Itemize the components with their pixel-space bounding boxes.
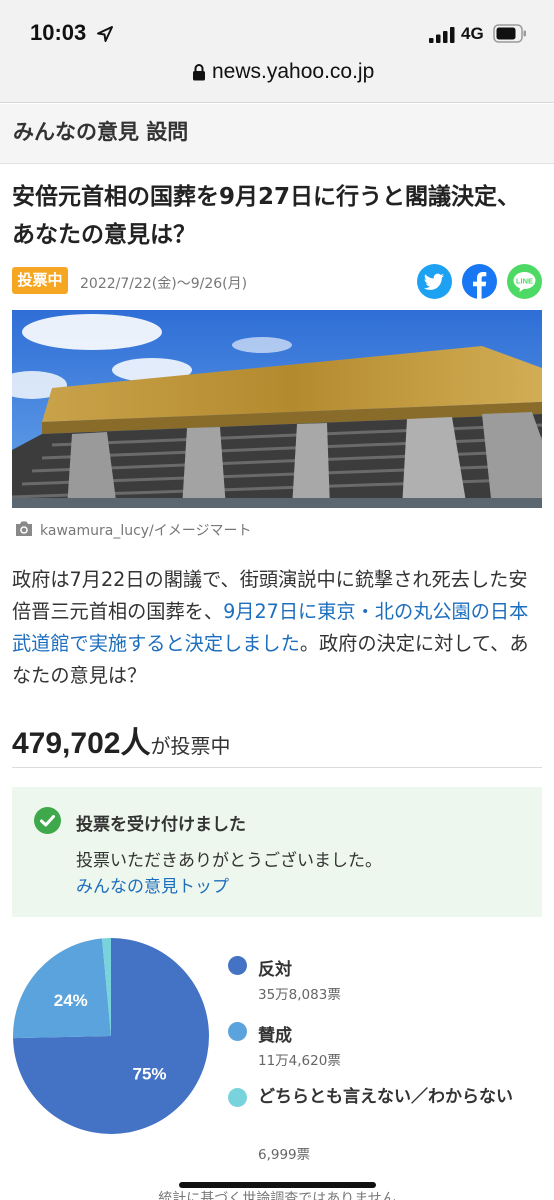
pie-percent-label: 24%	[54, 991, 88, 1010]
pie-percent-label: 75%	[133, 1065, 167, 1084]
legend-dot	[228, 1088, 247, 1107]
line-share-button[interactable]: LINE	[507, 264, 542, 299]
facebook-icon	[462, 264, 497, 299]
signal-icon	[429, 27, 455, 43]
pie-slice-support	[13, 938, 111, 1039]
vote-accepted-notice: 投票を受け付けました 投票いただきありがとうございました。 みんなの意見トップ	[12, 787, 542, 917]
opinion-top-link[interactable]: みんなの意見トップ	[76, 872, 229, 897]
notice-text: 投票いただきありがとうございました。	[76, 851, 382, 871]
results-pie-chart: 75% 24%	[13, 938, 209, 1134]
location-arrow-icon	[97, 26, 113, 42]
camera-icon	[16, 521, 32, 536]
legend-dot	[228, 956, 247, 975]
legend-votes: 35万8,083票	[258, 987, 341, 1003]
network-label: 4G	[461, 24, 484, 43]
address-bar-url[interactable]: news.yahoo.co.jp	[212, 60, 374, 84]
voter-count-number: 479,702人	[12, 727, 151, 760]
lock-icon	[193, 64, 205, 81]
section-title: みんなの意見 設問	[13, 120, 189, 144]
image-credit: kawamura_lucy/イメージマート	[40, 523, 252, 539]
legend-label: 賛成	[258, 1026, 292, 1046]
browser-chrome: 10:03 4G news.yahoo.co.jp	[0, 0, 554, 103]
divider	[12, 767, 542, 768]
legend-label: どちらとも言えない／わからない	[258, 1087, 513, 1107]
line-icon-text: LINE	[516, 276, 533, 285]
voting-status-badge: 投票中	[12, 267, 68, 294]
facebook-share-button[interactable]	[462, 264, 497, 299]
footer-note: 統計に基づく世論調査ではありません	[158, 1191, 396, 1200]
check-circle-icon	[34, 807, 61, 834]
line-icon: LINE	[507, 264, 542, 299]
legend-votes: 6,999票	[258, 1147, 311, 1163]
notice-title: 投票を受け付けました	[76, 815, 246, 835]
article-image	[12, 310, 542, 508]
legend-dot	[228, 1022, 247, 1041]
legend-votes: 11万4,620票	[258, 1053, 341, 1069]
twitter-icon	[417, 264, 452, 299]
battery-icon	[493, 24, 526, 43]
voter-count-suffix: が投票中	[150, 734, 231, 758]
status-time: 10:03	[30, 20, 87, 45]
voting-period: 2022/7/22(金)〜9/26(月)	[80, 276, 248, 292]
legend-label: 反対	[258, 960, 292, 980]
question-title: 安倍元首相の国葬を9月27日に行うと閣議決定、あなたの意見は？	[12, 184, 521, 248]
voter-count: 479,702人が投票中	[12, 718, 230, 762]
twitter-share-button[interactable]	[417, 264, 452, 299]
article-body: 政府は7月22日の閣議で、街頭演説中に銃撃され死去した安倍晋三元首相の国葬を、9…	[12, 564, 544, 692]
